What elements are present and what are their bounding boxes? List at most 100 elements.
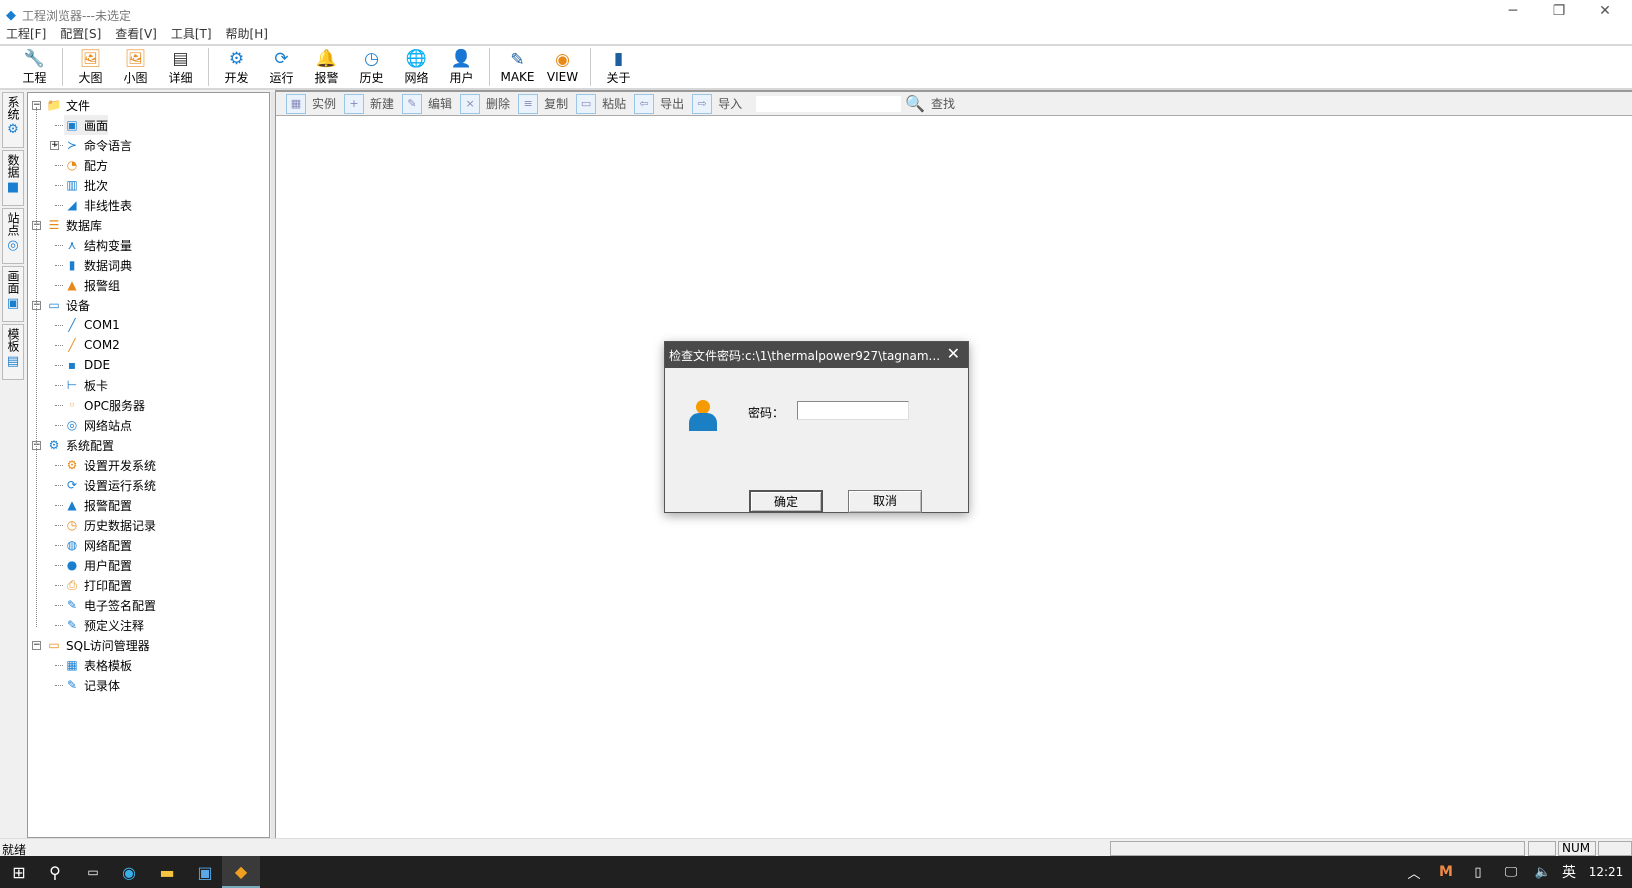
tree-node[interactable]: ⎙ 打印配置 (64, 575, 132, 595)
tree-node[interactable]: ⚙ 设置开发系统 (64, 455, 156, 475)
start-windows-icon[interactable]: ⊞ (0, 856, 38, 888)
tree-node-label: 网络配置 (84, 538, 133, 553)
new-button[interactable]: + 新建 (344, 93, 394, 114)
tree-node[interactable]: ✎ 记录体 (64, 675, 120, 695)
toolbar-button-5[interactable]: ⟳ 运行 (259, 46, 304, 88)
restore-button[interactable]: ❐ (1536, 0, 1582, 24)
toolbar-button-7[interactable]: ◷ 历史 (349, 46, 394, 88)
vertical-tab[interactable]: 数据 ■ (2, 150, 24, 206)
app-window-icon[interactable]: ▣ (186, 856, 224, 888)
toolbar-button-8[interactable]: 🌐 网络 (394, 46, 439, 88)
tree-node[interactable]: ╱ COM2 (64, 335, 119, 355)
instance-button[interactable]: ▦ 实例 (286, 93, 337, 114)
content-toolbar-label: 复制 (544, 97, 569, 111)
find-magnifier-icon[interactable]: 🔍 (905, 94, 925, 113)
tree-connector (55, 345, 63, 346)
tree-node[interactable]: ▪ DDE (64, 355, 110, 375)
menu-item[interactable]: 工程[F] (6, 25, 46, 42)
tree-connector (55, 145, 63, 146)
tree-node[interactable]: ☰ 数据库 (46, 215, 102, 235)
tree-connector (55, 545, 63, 546)
vertical-tab[interactable]: 系统 ⚙ (2, 92, 24, 148)
toolbar-button-3[interactable]: ▤ 详细 (158, 46, 203, 88)
tree-node[interactable]: ▦ 表格模板 (64, 655, 132, 675)
paste-icon: ▭ (576, 93, 597, 114)
terminal-icon[interactable]: ▭ (74, 856, 112, 888)
tree-node-icon: ▲ (67, 278, 77, 292)
tree-node[interactable]: ◦ OPC服务器 (64, 395, 145, 415)
tree-node-icon: ▪ (67, 358, 77, 372)
delete-button[interactable]: × 删除 (460, 93, 510, 114)
toolbar-button-11[interactable]: ◉ VIEW (540, 46, 585, 88)
copy-button[interactable]: ≡ 复制 (518, 93, 569, 114)
tree-node-icon: ● (66, 558, 78, 572)
tree-node[interactable]: ◍ 网络配置 (64, 535, 132, 555)
toolbar-button-10[interactable]: ✎ MAKE (495, 46, 540, 88)
toolbar-button-12[interactable]: ▮ 关于 (596, 46, 641, 88)
tree-node[interactable]: ≻ 命令语言 (64, 135, 132, 155)
tree-node[interactable]: ⊢ 板卡 (64, 375, 108, 395)
ime-indicator[interactable]: 英 (1550, 856, 1588, 888)
ok-button[interactable]: 确定 (749, 490, 823, 513)
toolbar-button-2[interactable]: 🖼 小图 (113, 46, 158, 88)
content-toolbar-label: 实例 (312, 97, 337, 111)
tree-node[interactable]: ▮ 数据词典 (64, 255, 132, 275)
cancel-button[interactable]: 取消 (848, 490, 922, 513)
tree-node[interactable]: ▣ 画面 (64, 115, 109, 135)
tree-node[interactable]: ▭ 设备 (46, 295, 90, 315)
search-icon[interactable]: ⚲ (36, 856, 74, 888)
tree-node[interactable]: 📁 文件 (46, 95, 91, 115)
vertical-tab-label: 系统 (6, 96, 20, 120)
tree-node[interactable]: ● 用户配置 (64, 555, 132, 575)
toolbar-button-4[interactable]: ⚙ 开发 (214, 46, 259, 88)
tree-connector (55, 465, 63, 466)
menu-item[interactable]: 配置[S] (60, 25, 101, 42)
tree-node[interactable]: ◔ 配方 (64, 155, 108, 175)
tree-node[interactable]: ⋏ 结构变量 (64, 235, 132, 255)
toolbar-button-6[interactable]: 🔔 报警 (304, 46, 349, 88)
toolbar-button-label: 运行 (269, 70, 294, 85)
dialog-close-icon[interactable]: ✕ (947, 344, 960, 363)
vertical-tab[interactable]: 画面 ▣ (2, 266, 24, 322)
tree-node[interactable]: ▲ 报警配置 (64, 495, 132, 515)
menu-item[interactable]: 工具[T] (171, 25, 212, 42)
edge-browser-icon[interactable]: ◉ (110, 856, 148, 888)
project-app-taskbar-icon[interactable]: ◆ (222, 856, 260, 888)
tree-node[interactable]: ◎ 网络站点 (64, 415, 132, 435)
paste-button[interactable]: ▭ 粘贴 (576, 93, 626, 114)
minimize-button[interactable]: ─ (1490, 0, 1536, 24)
tree-node[interactable]: ⟳ 设置运行系统 (64, 475, 156, 495)
tree-node[interactable]: ✎ 预定义注释 (64, 615, 144, 635)
tree-node[interactable]: ╱ COM1 (64, 315, 119, 335)
menu-bar: 工程[F] 配置[S] 查看[V] 工具[T] 帮助[H] (0, 22, 1632, 44)
file-explorer-icon[interactable]: ▬ (148, 856, 186, 888)
vertical-tab-label: 模板 (6, 328, 20, 352)
find-button[interactable]: 查找 (931, 95, 955, 112)
import-button[interactable]: ⇨ 导入 (692, 93, 742, 114)
export-button[interactable]: ⇦ 导出 (634, 93, 684, 114)
tree-node[interactable]: ▲ 报警组 (64, 275, 120, 295)
close-button[interactable]: ✕ (1582, 0, 1628, 24)
edit-button[interactable]: ✎ 编辑 (402, 93, 452, 114)
tree-node[interactable]: ⚙ 系统配置 (46, 435, 114, 455)
tree-connector (55, 665, 63, 666)
tree-node[interactable]: ◷ 历史数据记录 (64, 515, 156, 535)
tree-node[interactable]: ✎ 电子签名配置 (64, 595, 156, 615)
tree-node-icon: ▭ (48, 638, 60, 652)
tree-node[interactable]: ◢ 非线性表 (64, 195, 132, 215)
vertical-tab[interactable]: 站点 ◎ (2, 208, 24, 264)
toolbar-button-9[interactable]: 👤 用户 (439, 46, 484, 88)
toolbar-button-1[interactable]: 🖼 大图 (68, 46, 113, 88)
clock[interactable]: 12:21 (1584, 856, 1628, 888)
collapse-toggle[interactable]: − (32, 641, 41, 650)
menu-item[interactable]: 帮助[H] (226, 25, 268, 42)
tree-node[interactable]: ▥ 批次 (64, 175, 108, 195)
toolbar-button-0[interactable]: 🔧 工程 (12, 46, 57, 88)
project-tree[interactable]: − 📁 文件 ▣ 画面 + ≻ 命令语言 ◔ 配方 ▥ 批次 ◢ 非线性表 − ☰ 数据库 ⋏ 结构变量 ▮ 数据词典 ▲… (27, 92, 270, 838)
history-clock-icon: ◷ (364, 48, 379, 69)
menu-item[interactable]: 查看[V] (115, 25, 157, 42)
password-input[interactable] (797, 401, 909, 420)
find-input[interactable] (756, 95, 902, 112)
tree-node[interactable]: ▭ SQL访问管理器 (46, 635, 149, 655)
vertical-tab[interactable]: 模板 ▤ (2, 324, 24, 380)
